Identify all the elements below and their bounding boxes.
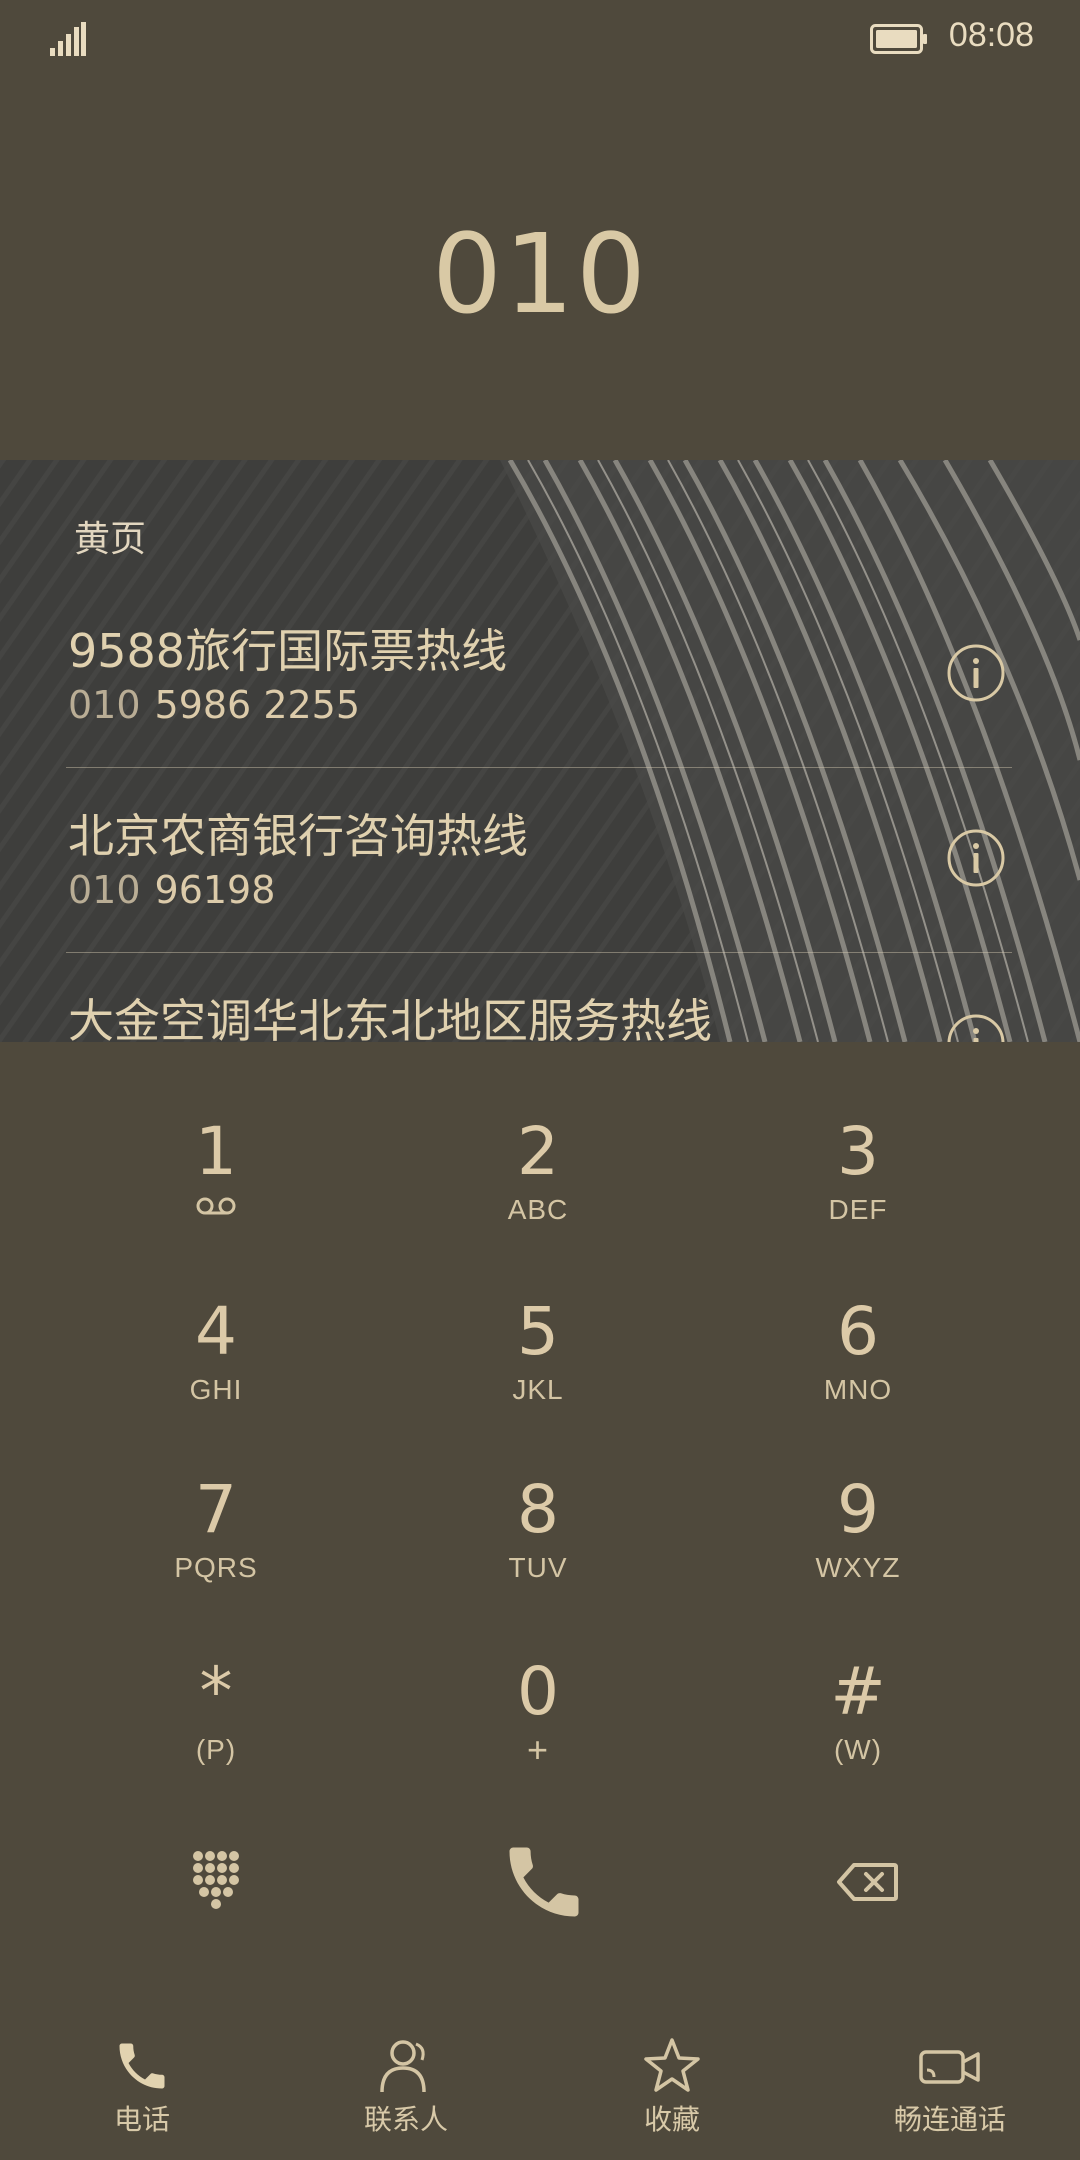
key-0[interactable]: 0 + [388,1652,688,1802]
voicemail-icon [196,1197,236,1215]
result-number: 010 5986 2255 [68,683,360,727]
key-letters: + [526,1729,550,1770]
dialpad-grid-icon[interactable] [190,1848,246,1912]
key-8[interactable]: 8 TUV [388,1470,688,1620]
key-digit: 4 [195,1293,237,1370]
result-item[interactable]: 9588旅行国际票热线 010 5986 2255 [66,615,1014,801]
video-call-icon [919,2050,980,2084]
result-number-rest: 96198 [154,868,276,912]
backspace-icon[interactable] [836,1862,898,1902]
result-number-match: 010 [68,683,141,727]
result-name: 北京农商银行咨询热线 [68,809,528,863]
nav-label: 畅连通话 [893,2103,1006,2136]
star-icon [644,2038,700,2092]
result-name: 9588旅行国际票热线 [68,624,508,678]
info-icon[interactable] [946,643,1006,703]
result-name: 大金空调华北东北地区服务热线 [68,994,712,1042]
key-digit: 1 [195,1113,237,1190]
key-hash[interactable]: # (W) [708,1652,1008,1802]
key-letters: DEF [828,1194,888,1225]
signal-bars-icon [50,22,86,56]
key-4[interactable]: 4 GHI [66,1292,366,1442]
nav-tab-meetime[interactable]: 畅连通话 [850,2036,1050,2138]
result-item[interactable]: 北京农商银行咨询热线 010 96198 [66,800,1014,986]
nav-tab-phone[interactable]: 电话 [42,2036,242,2138]
nav-label: 收藏 [643,2103,700,2136]
key-1[interactable]: 1 [66,1112,366,1262]
nav-label: 联系人 [363,2103,448,2136]
yellow-pages-section-title: 黄页 [74,519,147,560]
key-3[interactable]: 3 DEF [708,1112,1008,1262]
key-5[interactable]: 5 JKL [388,1292,688,1442]
key-letters: TUV [508,1552,568,1583]
divider [66,767,1012,768]
key-letters: ABC [507,1194,569,1225]
result-item[interactable]: 大金空调华北东北地区服务热线 [66,985,1014,1042]
key-digit: 6 [837,1293,879,1370]
result-number-match: 010 [68,868,141,912]
key-9[interactable]: 9 WXYZ [708,1470,1008,1620]
key-letters: PQRS [174,1552,258,1583]
key-6[interactable]: 6 MNO [708,1292,1008,1442]
dialed-number-display[interactable]: 010 [0,210,1080,338]
key-digit: 7 [195,1471,237,1548]
key-star[interactable]: * (P) [66,1652,366,1802]
key-digit: 3 [837,1113,879,1190]
info-icon[interactable] [946,828,1006,888]
key-letters: (W) [833,1734,883,1765]
key-letters: MNO [823,1374,893,1405]
info-icon[interactable] [946,1013,1006,1042]
key-letters: JKL [512,1374,564,1405]
key-digit: 2 [517,1113,559,1190]
contacts-icon [380,2040,426,2093]
search-results-panel: 黄页 9588旅行国际票热线 010 5986 2255 北京农商银行咨询热线 0… [0,460,1080,1042]
key-digit: 8 [517,1471,559,1548]
result-number: 010 96198 [68,868,275,912]
key-digit: 5 [517,1293,559,1370]
phone-icon[interactable] [498,1836,590,1928]
nav-tab-favorites[interactable]: 收藏 [572,2036,772,2138]
bottom-navigation: 电话 联系人 收藏 畅连通话 [0,2016,1080,2160]
key-letters: GHI [189,1374,243,1405]
nav-label: 电话 [113,2103,170,2136]
key-digit: * [199,1653,233,1730]
key-digit: # [830,1653,886,1730]
key-2[interactable]: 2 ABC [388,1112,688,1262]
key-digit: 9 [837,1471,879,1548]
key-digit: 0 [517,1653,559,1730]
status-bar: 08:08 [0,0,1080,80]
battery-icon [870,24,927,54]
nav-tab-contacts[interactable]: 联系人 [306,2036,506,2138]
phone-icon [119,2043,165,2089]
status-time: 08:08 [948,16,1034,54]
result-number-rest: 5986 2255 [154,683,361,727]
key-7[interactable]: 7 PQRS [66,1470,366,1620]
key-letters: (P) [195,1734,237,1765]
key-letters: WXYZ [815,1552,901,1583]
divider [66,952,1012,953]
